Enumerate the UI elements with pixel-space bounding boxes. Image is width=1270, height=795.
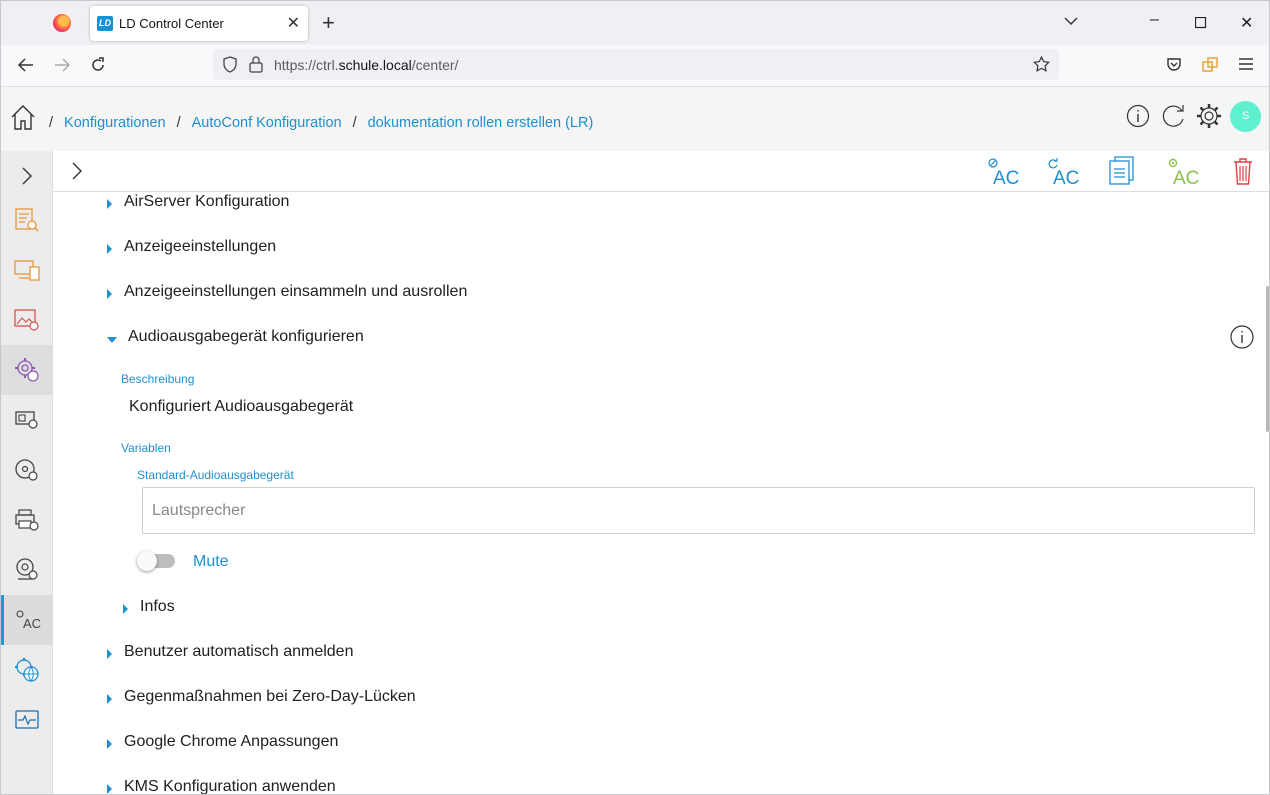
tab-title: LD Control Center — [119, 16, 224, 31]
sidebar-item-network[interactable] — [1, 645, 53, 695]
sidebar-item-webcam[interactable] — [1, 545, 53, 595]
variablen-label: Variablen — [121, 441, 171, 455]
expand-arrow-icon — [107, 649, 112, 659]
close-tab-icon[interactable]: ✕ — [287, 13, 300, 33]
pocket-icon[interactable] — [1166, 56, 1182, 72]
hardware-icon — [15, 411, 38, 429]
gear-config-icon — [15, 358, 39, 382]
sidebar: AC — [1, 151, 53, 794]
sidebar-item-devices[interactable] — [1, 245, 53, 295]
content-toolbar: AC AC AC — [53, 151, 1269, 192]
url-text[interactable]: https://ctrl.schule.local/center/ — [274, 57, 458, 73]
mute-toggle[interactable] — [137, 551, 175, 571]
sidebar-expand[interactable] — [1, 151, 53, 201]
devices-icon — [14, 260, 40, 281]
audio-device-input[interactable] — [143, 488, 1254, 533]
url-bar[interactable]: https://ctrl.schule.local/center/ — [213, 49, 1059, 80]
expand-arrow-icon — [107, 289, 112, 299]
toggle-knob — [137, 551, 157, 571]
sidebar-item-hardware[interactable] — [1, 395, 53, 445]
refresh-ac-icon[interactable]: AC — [1045, 156, 1079, 186]
report-search-icon — [15, 208, 39, 232]
avatar[interactable]: S — [1230, 101, 1261, 132]
navigation-bar: https://ctrl.schule.local/center/ — [1, 45, 1269, 87]
ld-favicon-icon: LD — [97, 16, 113, 31]
disc-settings-icon — [15, 459, 38, 481]
forward-icon[interactable] — [53, 56, 71, 74]
sidebar-item-autoconf[interactable]: AC — [1, 595, 53, 645]
info-icon[interactable] — [1229, 324, 1255, 350]
expand-arrow-icon — [107, 739, 112, 749]
tab-bar: LD LD Control Center ✕ + – ✕ — [1, 1, 1269, 45]
printer-icon — [15, 509, 39, 531]
network-settings-icon — [15, 658, 39, 682]
activity-monitor-icon — [15, 710, 39, 729]
close-window-icon[interactable]: ✕ — [1240, 13, 1253, 33]
menu-icon[interactable] — [1238, 56, 1254, 72]
maximize-icon[interactable] — [1195, 17, 1207, 29]
list-tabs-icon[interactable] — [1063, 13, 1079, 29]
webcam-icon — [16, 558, 38, 580]
minimize-icon[interactable]: – — [1150, 11, 1159, 29]
info-icon[interactable] — [1126, 104, 1150, 128]
sidebar-item-disc[interactable] — [1, 445, 53, 495]
chevron-right-icon — [22, 167, 32, 185]
shield-icon[interactable] — [222, 56, 238, 73]
autoconf-icon: AC — [16, 610, 41, 631]
breadcrumb-konfigurationen[interactable]: Konfigurationen — [64, 115, 166, 131]
expand-arrow-icon — [107, 784, 112, 794]
expand-arrow-icon — [107, 694, 112, 704]
collapse-arrow-icon — [107, 337, 117, 343]
scrollbar-thumb[interactable] — [1266, 286, 1269, 432]
expand-arrow-icon — [123, 604, 128, 614]
beschreibung-value: Konfiguriert Audioausgabegerät — [129, 398, 354, 415]
sidebar-item-monitoring[interactable] — [1, 695, 53, 745]
sidebar-item-reports[interactable] — [1, 195, 53, 245]
section-audioausgabe[interactable]: Audioausgabegerät konfigurieren — [53, 324, 1269, 357]
lock-icon[interactable] — [248, 56, 264, 73]
svg-text:AC: AC — [1173, 168, 1199, 186]
config-list: AirServer Konfiguration Anzeigeeinstellu… — [53, 192, 1269, 794]
app-header: / Konfigurationen / AutoConf Konfiguration /… — [1, 87, 1269, 151]
standard-audio-label: Standard-Audioausgabegerät — [137, 468, 294, 482]
add-ac-icon[interactable]: AC — [1165, 156, 1199, 186]
browser-window: LD LD Control Center ✕ + – ✕ https://ctr… — [0, 0, 1270, 795]
settings-gear-icon[interactable] — [1196, 103, 1222, 129]
image-settings-icon — [14, 309, 39, 331]
unlink-ac-icon[interactable]: AC — [985, 156, 1019, 186]
browser-tab[interactable]: LD LD Control Center ✕ — [90, 6, 308, 41]
back-icon[interactable] — [17, 56, 35, 74]
delete-icon[interactable] — [1232, 156, 1254, 186]
mute-label[interactable]: Mute — [193, 553, 229, 571]
svg-text:AC: AC — [993, 168, 1019, 186]
home-icon[interactable] — [10, 104, 36, 131]
svg-text:AC: AC — [23, 616, 41, 631]
refresh-icon[interactable] — [1161, 103, 1187, 129]
sidebar-item-printer[interactable] — [1, 495, 53, 545]
svg-text:AC: AC — [1053, 168, 1079, 186]
document-icon[interactable] — [1108, 156, 1136, 186]
extensions-icon[interactable] — [1201, 56, 1219, 74]
new-tab-icon[interactable]: + — [322, 10, 335, 36]
bookmark-star-icon[interactable] — [1033, 56, 1050, 73]
breadcrumb-current[interactable]: dokumentation rollen erstellen (LR) — [368, 115, 594, 131]
collapse-chevron-icon[interactable] — [69, 159, 85, 183]
sidebar-item-images[interactable] — [1, 295, 53, 345]
breadcrumb: / Konfigurationen / AutoConf Konfiguration /… — [49, 115, 594, 131]
beschreibung-label: Beschreibung — [121, 372, 195, 386]
expand-arrow-icon — [107, 199, 112, 209]
breadcrumb-autoconf[interactable]: AutoConf Konfiguration — [192, 115, 342, 131]
sidebar-item-config[interactable] — [1, 345, 53, 395]
audio-device-field[interactable] — [142, 487, 1255, 534]
reload-icon[interactable] — [89, 56, 107, 74]
expand-arrow-icon — [107, 244, 112, 254]
firefox-icon[interactable] — [53, 14, 71, 32]
